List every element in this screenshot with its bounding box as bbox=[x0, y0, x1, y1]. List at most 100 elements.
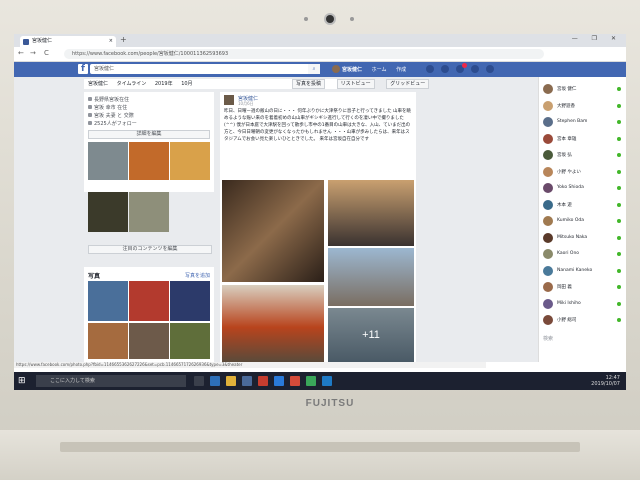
app-icon[interactable] bbox=[290, 376, 300, 386]
chat-contact[interactable]: Miki Ishiho bbox=[543, 298, 623, 310]
windows-start-icon[interactable]: ⊞ bbox=[18, 376, 28, 386]
subnav-month[interactable]: 10月 bbox=[181, 81, 192, 87]
task-view-icon[interactable] bbox=[194, 376, 204, 386]
heart-icon bbox=[88, 113, 92, 117]
avatar bbox=[332, 65, 340, 73]
photo-thumb[interactable] bbox=[88, 323, 128, 359]
chat-sidebar: 宮坂 健仁大野遊香 Stephen Bam 宮本 章雄宮坂 弘小野 やよい Yoko … bbox=[538, 77, 626, 362]
chat-contact[interactable]: Nanami Kaneko bbox=[543, 265, 623, 277]
post-photo[interactable] bbox=[328, 248, 414, 306]
edit-featured-button[interactable]: 注目のコンテンツを編集 bbox=[88, 245, 212, 254]
featured-photo[interactable] bbox=[170, 142, 210, 180]
chat-contact-name: 大野遊香 bbox=[557, 103, 575, 109]
taskbar-clock[interactable]: 12:47 2019/10/07 bbox=[591, 375, 620, 387]
chat-contact[interactable]: Stephen Bam bbox=[543, 116, 623, 128]
chat-contact[interactable]: 宮本 章雄 bbox=[543, 133, 623, 145]
post-date[interactable]: 10月6日 bbox=[238, 101, 254, 107]
chat-contact[interactable]: Kumiko Oda bbox=[543, 215, 623, 227]
taskbar-search-input[interactable]: ここに入力して検索 bbox=[36, 375, 186, 387]
file-explorer-icon[interactable] bbox=[226, 376, 236, 386]
facebook-favicon-icon bbox=[23, 39, 29, 45]
location-icon bbox=[88, 97, 92, 101]
more-photos-count[interactable]: +11 bbox=[328, 308, 414, 362]
forward-icon[interactable]: → bbox=[30, 49, 36, 57]
chat-contact[interactable]: 大野遊香 bbox=[543, 100, 623, 112]
nav-home[interactable]: ホーム bbox=[372, 67, 387, 73]
featured-photo[interactable] bbox=[129, 142, 169, 180]
chat-contact[interactable]: Yoko Shioda bbox=[543, 182, 623, 194]
list-view-button[interactable]: リストビュー bbox=[336, 79, 375, 89]
new-tab-button[interactable]: + bbox=[120, 35, 127, 44]
featured-photo[interactable] bbox=[129, 192, 169, 232]
online-status-icon bbox=[617, 285, 621, 289]
notifications-icon[interactable] bbox=[455, 63, 467, 73]
app-icon[interactable] bbox=[322, 376, 332, 386]
url-bar[interactable]: https://www.facebook.com/people/宮坂健仁/100… bbox=[64, 49, 544, 59]
add-photos-link[interactable]: 写真を追加 bbox=[185, 272, 210, 279]
online-status-icon bbox=[617, 153, 621, 157]
chat-contact[interactable]: 木本 遊 bbox=[543, 199, 623, 211]
timeline-post: 宮坂健仁 10月6日 昨日、日曜ー週の飯山の日に・・・ 何年ぶりかに大津祭りに息… bbox=[220, 92, 416, 362]
intro-line: 2525人がフォロー bbox=[88, 120, 137, 127]
chat-contact-name: 小野 やよい bbox=[557, 169, 581, 175]
avatar bbox=[543, 117, 553, 127]
intro-text: 長野県宮坂在住 bbox=[94, 97, 130, 103]
chat-contact-name: Mitsuko Naka bbox=[557, 234, 588, 240]
nav-create[interactable]: 作成 bbox=[396, 67, 406, 73]
chat-search-input[interactable]: 検索 bbox=[543, 335, 553, 342]
edit-details-button[interactable]: 詳細を編集 bbox=[88, 130, 210, 139]
featured-photo[interactable] bbox=[88, 192, 128, 232]
search-icon[interactable]: ⌕ bbox=[308, 64, 320, 74]
intro-line: 長野県宮坂在住 bbox=[88, 96, 129, 103]
store-icon[interactable] bbox=[242, 376, 252, 386]
facebook-logo-icon[interactable]: f bbox=[78, 64, 88, 74]
app-icon[interactable] bbox=[274, 376, 284, 386]
facebook-search-input[interactable]: 宮坂健仁 ⌕ bbox=[90, 64, 320, 74]
clock-date: 2019/10/07 bbox=[591, 381, 620, 387]
subnav-timeline[interactable]: タイムライン bbox=[117, 81, 147, 87]
friends-icon[interactable] bbox=[426, 65, 434, 73]
app-icon[interactable] bbox=[258, 376, 268, 386]
follow-icon bbox=[88, 121, 92, 125]
post-text: 昨日、日曜ー週の飯山の日に・・・ 何年ぶりかに大津祭りに息子と行ってきました 山… bbox=[224, 109, 411, 142]
chat-contact[interactable]: Kaori Ono bbox=[543, 248, 623, 260]
post-photo[interactable] bbox=[222, 285, 324, 362]
reload-icon[interactable]: C bbox=[44, 49, 49, 57]
post-photo-button[interactable]: 写真を投稿 bbox=[292, 79, 326, 89]
intro-line: 宮坂 幸市 在住 bbox=[88, 104, 127, 111]
online-status-icon bbox=[617, 120, 621, 124]
browser-tab[interactable]: 宮坂健仁 × bbox=[20, 36, 116, 47]
tab-close-icon[interactable]: × bbox=[109, 36, 113, 47]
post-photo[interactable] bbox=[222, 180, 324, 282]
photo-thumb[interactable] bbox=[170, 281, 210, 321]
chrome-icon[interactable] bbox=[306, 376, 316, 386]
post-photo[interactable] bbox=[328, 180, 414, 246]
nav-profile[interactable]: 宮坂健仁 bbox=[332, 65, 362, 73]
chat-contact[interactable]: 宮坂 健仁 bbox=[543, 83, 623, 95]
chat-contact[interactable]: 宮坂 弘 bbox=[543, 149, 623, 161]
laptop-keyboard-deck bbox=[0, 430, 640, 480]
account-menu-icon[interactable] bbox=[485, 65, 494, 73]
window-controls[interactable]: — ❐ ✕ bbox=[572, 35, 622, 42]
back-icon[interactable]: ← bbox=[18, 49, 24, 57]
chat-contact[interactable]: 岡田 義 bbox=[543, 281, 623, 293]
subnav-name[interactable]: 宮坂健仁 bbox=[88, 81, 108, 87]
photos-title: 写真 bbox=[88, 273, 101, 280]
photo-thumb[interactable] bbox=[129, 323, 169, 359]
edge-icon[interactable] bbox=[210, 376, 220, 386]
notification-badge bbox=[461, 63, 467, 68]
photo-thumb[interactable] bbox=[170, 323, 210, 359]
chat-contact[interactable]: Mitsuko Naka bbox=[543, 232, 623, 244]
featured-photo[interactable] bbox=[88, 142, 128, 180]
avatar[interactable] bbox=[224, 95, 234, 105]
subnav-year[interactable]: 2019年 bbox=[155, 81, 173, 87]
camera-led-left bbox=[304, 17, 308, 21]
messenger-icon[interactable] bbox=[440, 65, 449, 73]
help-icon[interactable] bbox=[470, 65, 479, 73]
photo-thumb[interactable] bbox=[88, 281, 128, 321]
chat-contact[interactable]: 小野 やよい bbox=[543, 166, 623, 178]
chat-contact[interactable]: 小野 総司 bbox=[543, 314, 623, 326]
online-status-icon bbox=[617, 235, 621, 240]
grid-view-button[interactable]: グリッドビュー bbox=[386, 79, 430, 89]
photo-thumb[interactable] bbox=[129, 281, 169, 321]
